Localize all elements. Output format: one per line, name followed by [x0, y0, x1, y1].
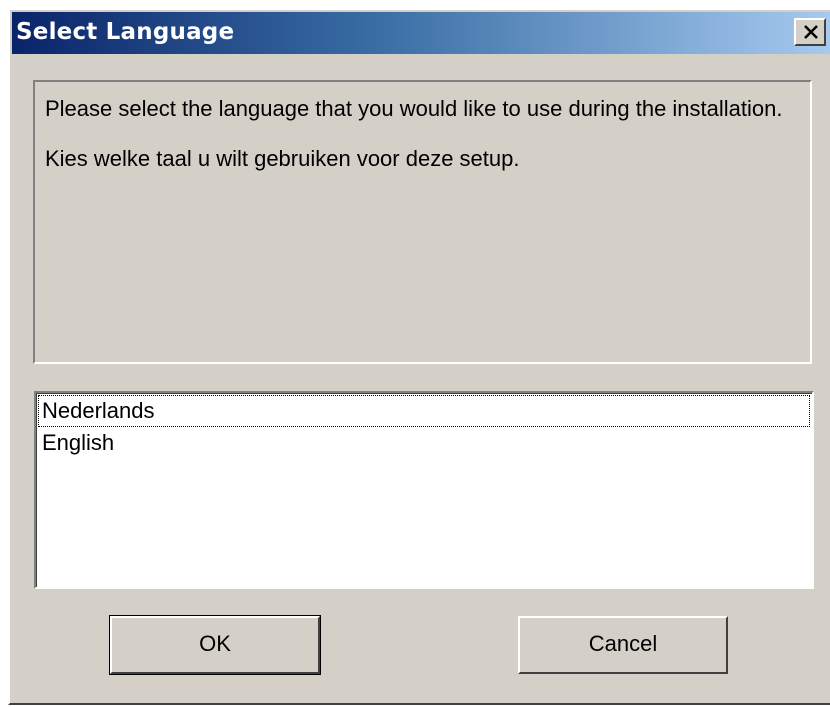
close-icon [804, 25, 818, 39]
instruction-text-dutch: Kies welke taal u wilt gebruiken voor de… [45, 146, 520, 171]
language-listbox[interactable]: Nederlands English [34, 391, 814, 589]
close-button[interactable] [794, 18, 826, 46]
window-title: Select Language [16, 19, 235, 45]
instruction-text-english: Please select the language that you woul… [45, 96, 783, 121]
select-language-dialog: Select Language Please select the langua… [8, 8, 830, 705]
ok-button[interactable]: OK [109, 615, 321, 675]
cancel-button[interactable]: Cancel [518, 616, 728, 674]
list-item-nederlands[interactable]: Nederlands [38, 395, 810, 427]
message-panel: Please select the language that you woul… [33, 80, 812, 364]
title-bar[interactable]: Select Language [12, 12, 830, 54]
list-item-english[interactable]: English [38, 427, 810, 459]
